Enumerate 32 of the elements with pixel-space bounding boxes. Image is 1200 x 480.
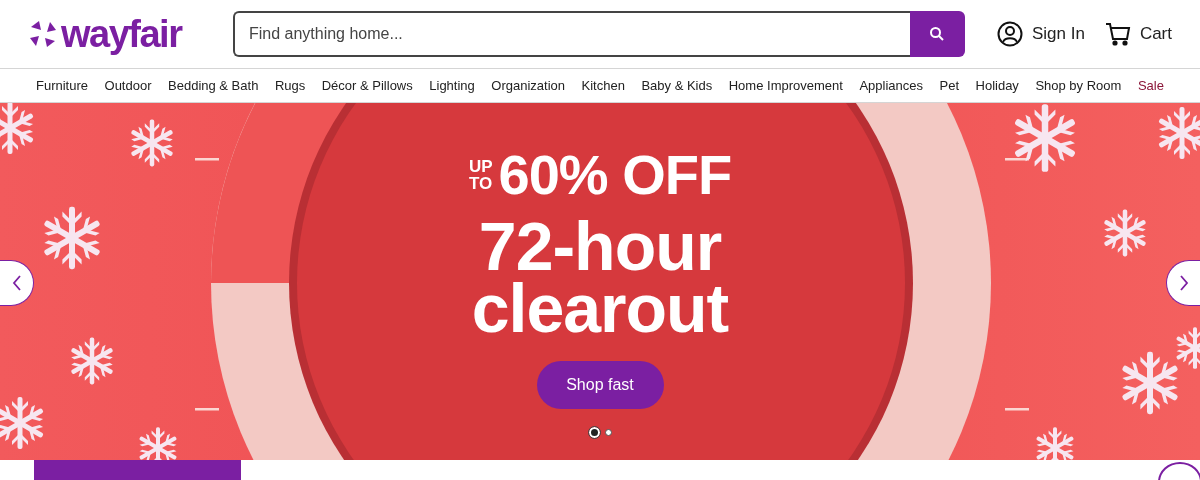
nav-link[interactable]: Sale	[1137, 78, 1164, 93]
nav-link[interactable]: Organization	[491, 78, 566, 93]
cart-icon	[1104, 21, 1131, 47]
sign-in-button[interactable]: Sign In	[996, 21, 1085, 47]
nav-link[interactable]: Outdoor	[104, 78, 152, 93]
nav-link[interactable]: Baby & Kids	[641, 78, 713, 93]
nav-link[interactable]: Shop by Room	[1035, 78, 1122, 93]
nav-link[interactable]: Holiday	[975, 78, 1019, 93]
user-icon	[996, 21, 1023, 47]
nav-link[interactable]: Lighting	[429, 78, 475, 93]
carousel-dot[interactable]	[604, 429, 612, 436]
chevron-right-icon	[1178, 275, 1189, 291]
discount-text: 60% OFF	[498, 147, 732, 203]
headline: 72-hour clearout	[470, 215, 730, 339]
nav-link[interactable]: Rugs	[274, 78, 306, 93]
logo[interactable]: wayfair	[28, 12, 233, 56]
nav-link[interactable]: Bedding & Bath	[168, 78, 259, 93]
search-button[interactable]	[909, 11, 965, 57]
search-icon	[929, 26, 946, 42]
nav-link[interactable]: Décor & Pillows	[321, 78, 413, 93]
nav-link[interactable]: Furniture	[36, 78, 89, 93]
chevron-left-icon	[11, 275, 22, 291]
kicker-text: UP	[468, 158, 493, 175]
search-field[interactable]: Find anything home...	[232, 11, 910, 57]
nav-link[interactable]: Kitchen	[581, 78, 625, 93]
shop-button[interactable]: Shop fast	[536, 361, 664, 409]
nav-link[interactable]: Home Improvement	[728, 78, 843, 93]
nav-link[interactable]: Pet	[939, 78, 959, 93]
kicker-text: TO	[469, 175, 493, 192]
cart-button[interactable]: Cart	[1104, 21, 1172, 47]
logo-icon	[28, 19, 58, 49]
nav-link[interactable]: Appliances	[859, 78, 923, 93]
